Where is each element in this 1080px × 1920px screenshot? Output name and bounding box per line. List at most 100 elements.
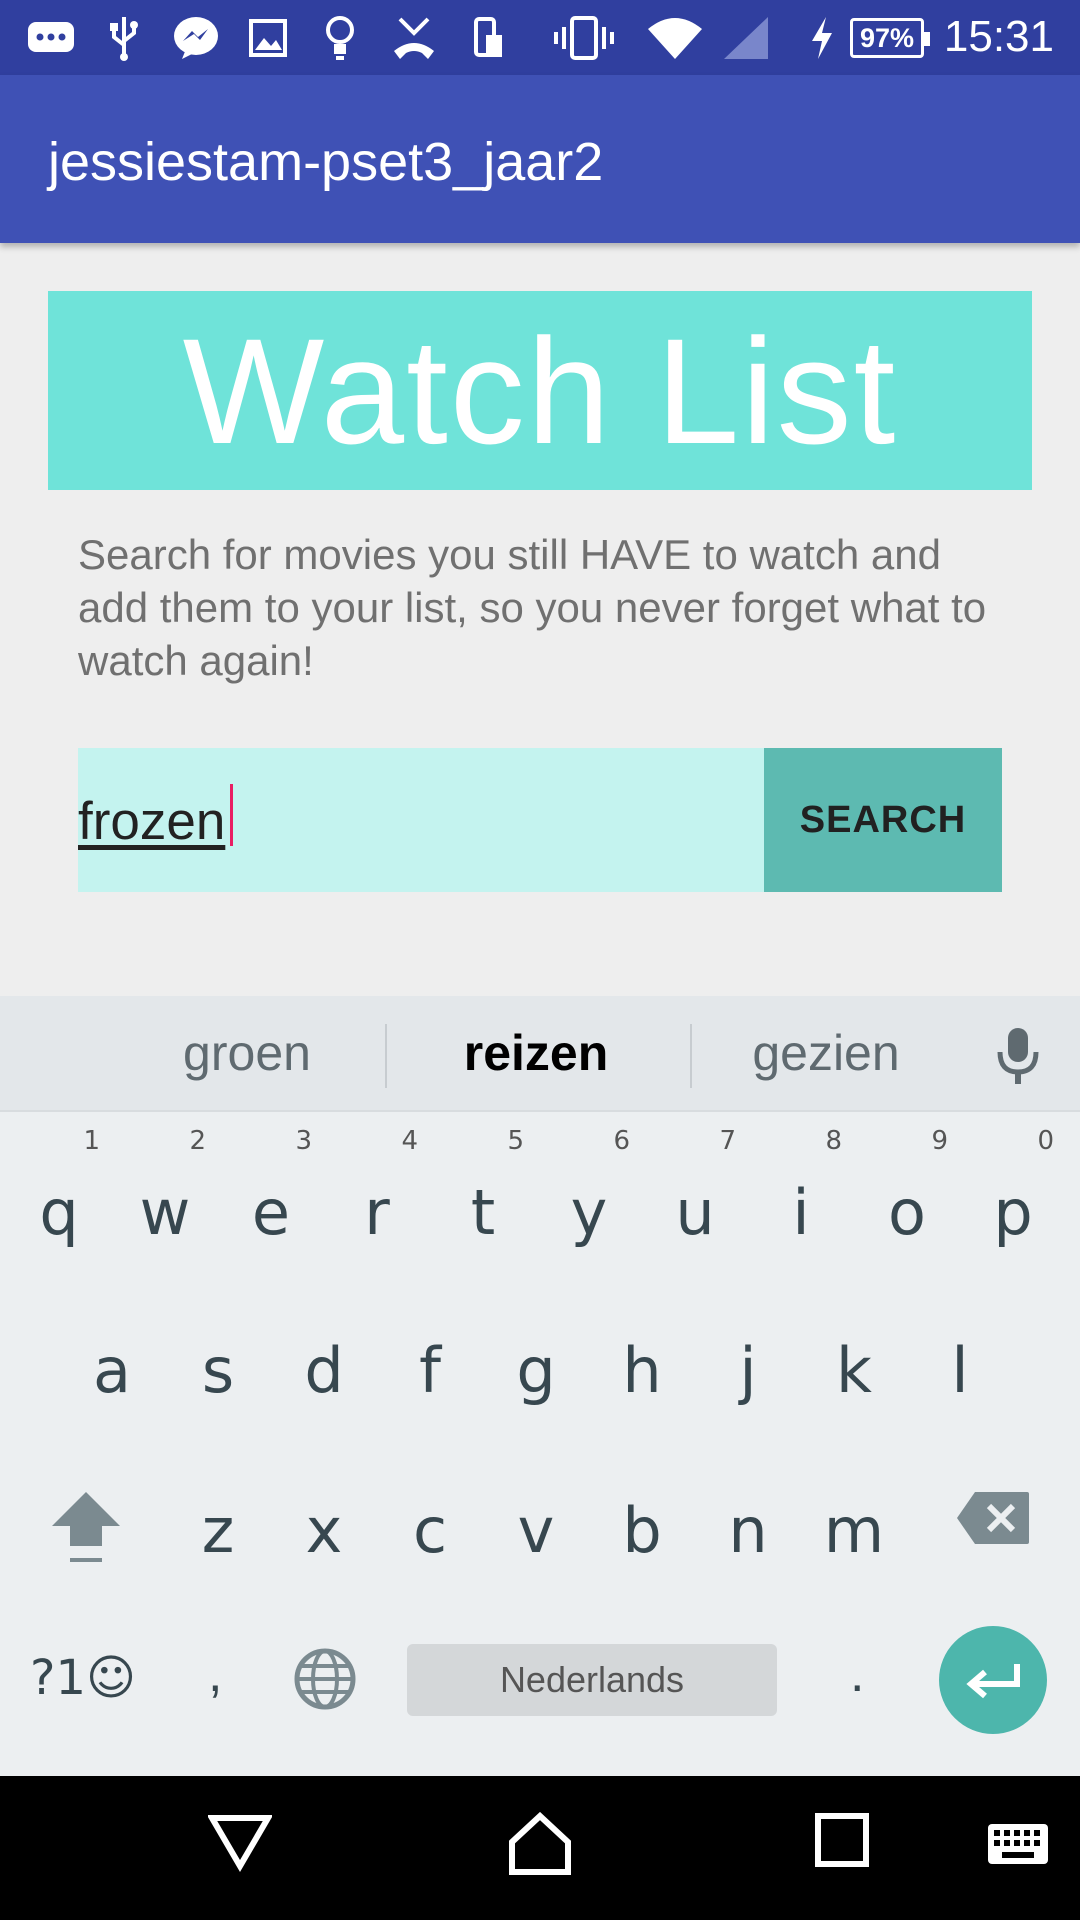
key-label: v: [517, 1494, 555, 1567]
recents-icon[interactable]: [814, 1812, 870, 1873]
key-label: b: [622, 1494, 662, 1567]
key-label: h: [622, 1334, 662, 1407]
search-input[interactable]: frozen: [78, 748, 764, 892]
key-t[interactable]: 5t: [430, 1126, 536, 1276]
key-label: j: [739, 1334, 757, 1407]
key-label: n: [728, 1494, 768, 1567]
microphone-icon[interactable]: [996, 1026, 1040, 1091]
back-icon[interactable]: [206, 1812, 274, 1877]
key-l[interactable]: l: [907, 1314, 1013, 1464]
soft-keyboard: groen reizen gezien 1q 2w 3e 4r 5t 6y 7u…: [0, 996, 1080, 1776]
chat-notification-icon: [26, 14, 76, 62]
app-title: jessiestam-pset3_jaar2: [48, 132, 604, 192]
key-h[interactable]: h: [589, 1314, 695, 1464]
key-label: e: [251, 1176, 291, 1249]
key-a[interactable]: a: [59, 1314, 165, 1464]
key-hint: 1: [83, 1126, 100, 1156]
key-label: d: [304, 1334, 344, 1407]
enter-key[interactable]: [939, 1626, 1047, 1734]
missed-call-icon: [390, 14, 438, 62]
key-b[interactable]: b: [589, 1474, 695, 1624]
charging-icon: [808, 14, 836, 62]
battery-indicator: 97%: [850, 18, 930, 58]
comma-key[interactable]: ,: [208, 1644, 222, 1704]
key-p[interactable]: 0p: [960, 1126, 1066, 1276]
image-icon: [248, 14, 288, 62]
key-label: m: [823, 1494, 885, 1567]
key-w[interactable]: 2w: [112, 1126, 218, 1276]
key-n[interactable]: n: [695, 1474, 801, 1624]
key-label: c: [412, 1494, 448, 1567]
shift-key[interactable]: [48, 1488, 124, 1573]
wifi-icon: [646, 14, 704, 62]
key-d[interactable]: d: [271, 1314, 377, 1464]
key-hint: 0: [1037, 1126, 1054, 1156]
key-hint: 9: [931, 1126, 948, 1156]
key-label: r: [364, 1176, 390, 1249]
symbols-key[interactable]: ?1☺: [30, 1650, 136, 1706]
key-v[interactable]: v: [483, 1474, 589, 1624]
enter-arrow-icon: [966, 1664, 1020, 1699]
key-c[interactable]: c: [377, 1474, 483, 1624]
clock: 15:31: [943, 12, 1054, 61]
key-label: f: [419, 1334, 441, 1407]
backspace-key[interactable]: [955, 1490, 1031, 1551]
bulb-icon: [324, 14, 356, 62]
key-r[interactable]: 4r: [324, 1126, 430, 1276]
key-q[interactable]: 1q: [6, 1126, 112, 1276]
status-bar: 97% 15:31: [0, 0, 1080, 75]
key-o[interactable]: 9o: [854, 1126, 960, 1276]
key-label: q: [39, 1176, 79, 1249]
banner-title: Watch List: [182, 306, 898, 475]
suggestion-strip: groen reizen gezien: [0, 996, 1080, 1112]
suggestion-2[interactable]: reizen: [386, 1024, 686, 1082]
phone-storage-icon: [472, 14, 506, 62]
key-x[interactable]: x: [271, 1474, 377, 1624]
key-label: k: [836, 1334, 872, 1407]
key-label: g: [516, 1334, 556, 1407]
key-s[interactable]: s: [165, 1314, 271, 1464]
home-icon[interactable]: [508, 1811, 572, 1881]
key-label: i: [792, 1176, 810, 1249]
key-hint: 8: [825, 1126, 842, 1156]
key-label: t: [470, 1176, 496, 1249]
key-hint: 4: [401, 1126, 418, 1156]
key-label: s: [201, 1334, 235, 1407]
key-hint: 6: [613, 1126, 630, 1156]
globe-icon[interactable]: [294, 1648, 356, 1715]
search-input-value: frozen: [78, 792, 226, 851]
key-f[interactable]: f: [377, 1314, 483, 1464]
messenger-icon: [172, 14, 220, 62]
key-z[interactable]: z: [165, 1474, 271, 1624]
watch-list-banner: Watch List: [48, 291, 1032, 490]
key-u[interactable]: 7u: [642, 1126, 748, 1276]
key-m[interactable]: m: [801, 1474, 907, 1624]
key-hint: 3: [295, 1126, 312, 1156]
key-j[interactable]: j: [695, 1314, 801, 1464]
search-button[interactable]: SEARCH: [764, 748, 1002, 892]
navigation-bar: [0, 1776, 1080, 1920]
key-label: y: [570, 1176, 608, 1249]
key-k[interactable]: k: [801, 1314, 907, 1464]
key-hint: 2: [189, 1126, 206, 1156]
text-caret: [230, 784, 233, 846]
space-key[interactable]: Nederlands: [407, 1644, 777, 1716]
key-y[interactable]: 6y: [536, 1126, 642, 1276]
key-hint: 5: [507, 1126, 524, 1156]
suggestion-3[interactable]: gezien: [676, 1024, 976, 1082]
description-text: Search for movies you still HAVE to watc…: [78, 531, 987, 684]
suggestion-1[interactable]: groen: [97, 1024, 397, 1082]
usb-icon: [106, 14, 142, 62]
period-key[interactable]: .: [850, 1644, 864, 1704]
key-hint: 7: [719, 1126, 736, 1156]
key-e[interactable]: 3e: [218, 1126, 324, 1276]
key-label: p: [993, 1176, 1033, 1249]
key-g[interactable]: g: [483, 1314, 589, 1464]
key-label: a: [93, 1334, 131, 1407]
key-label: l: [951, 1334, 969, 1407]
key-i[interactable]: 8i: [748, 1126, 854, 1276]
key-label: o: [888, 1176, 926, 1249]
keyboard-switch-icon[interactable]: [986, 1822, 1050, 1871]
key-label: w: [139, 1176, 191, 1249]
key-label: z: [201, 1494, 235, 1567]
